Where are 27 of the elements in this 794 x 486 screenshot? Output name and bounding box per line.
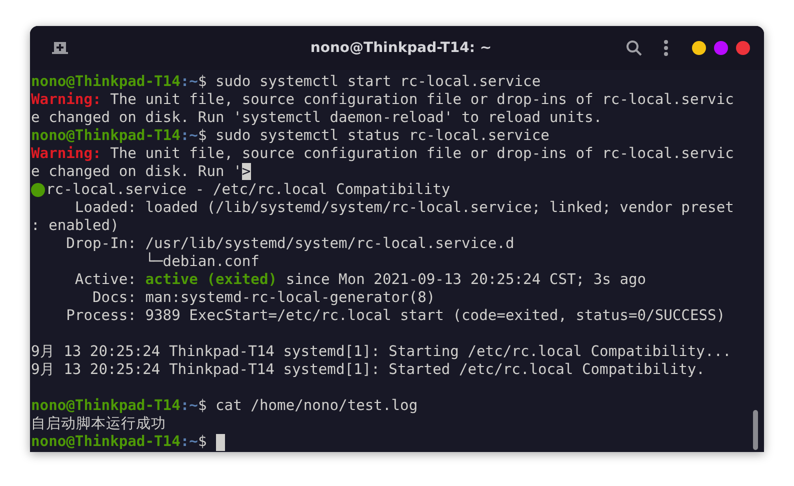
terminal-line: e changed on disk. Run 'systemctl daemon-reload' to reload units. xyxy=(31,109,602,127)
minimize-button[interactable] xyxy=(692,41,706,55)
search-icon[interactable] xyxy=(626,40,642,56)
close-button[interactable] xyxy=(736,41,750,55)
terminal-line: : enabled) xyxy=(31,217,119,235)
terminal-line: 9月 13 20:25:24 Thinkpad-T14 systemd[1]: Starting /etc/rc.local Compatibility... xyxy=(31,343,732,361)
maximize-button[interactable] xyxy=(714,41,728,55)
terminal-line: Docs: man:systemd-rc-local-generator(8) xyxy=(92,289,436,307)
terminal-line: Warning: The unit file, source configuration file or drop-ins of rc-local.servic xyxy=(31,91,734,109)
terminal-line: └─debian.conf xyxy=(144,253,260,271)
window-title: nono@Thinkpad-T14: ~ xyxy=(310,40,492,56)
terminal-line: 9月 13 20:25:24 Thinkpad-T14 systemd[1]: Started /etc/rc.local Compatibility. xyxy=(31,361,705,379)
terminal-line: nono@Thinkpad-T14:~$ sudo systemctl start rc-local.service xyxy=(31,73,541,91)
terminal-line: Active: active (exited) since Mon 2021-09-13 20:25:24 CST; 3s ago xyxy=(74,271,646,289)
terminal-line: e changed on disk. Run '> xyxy=(31,163,251,181)
terminal-line: Process: 9389 ExecStart=/etc/rc.local start (code=exited, status=0/SUCCESS) xyxy=(65,307,726,325)
terminal-line: Loaded: loaded (/lib/systemd/system/rc-local.service; linked; vendor preset xyxy=(74,199,734,217)
new-tab-icon[interactable] xyxy=(52,41,68,55)
terminal-line: nono@Thinkpad-T14:~$ cat /home/nono/test.log xyxy=(31,397,418,415)
terminal-line: rc-local.service - /etc/rc.local Compatibility xyxy=(46,181,450,199)
terminal-line: Warning: The unit file, source configuration file or drop-ins of rc-local.servic xyxy=(31,145,734,163)
terminal-line: nono@Thinkpad-T14:~$ xyxy=(31,433,208,451)
terminal-line: 自启动脚本运行成功 xyxy=(31,415,166,433)
terminal-line: nono@Thinkpad-T14:~$ sudo systemctl status rc-local.service xyxy=(31,127,550,145)
terminal-line: Drop-In: /usr/lib/systemd/system/rc-local.service.d xyxy=(65,235,514,252)
menu-icon[interactable] xyxy=(664,40,668,56)
scrollbar-thumb[interactable] xyxy=(753,410,758,450)
